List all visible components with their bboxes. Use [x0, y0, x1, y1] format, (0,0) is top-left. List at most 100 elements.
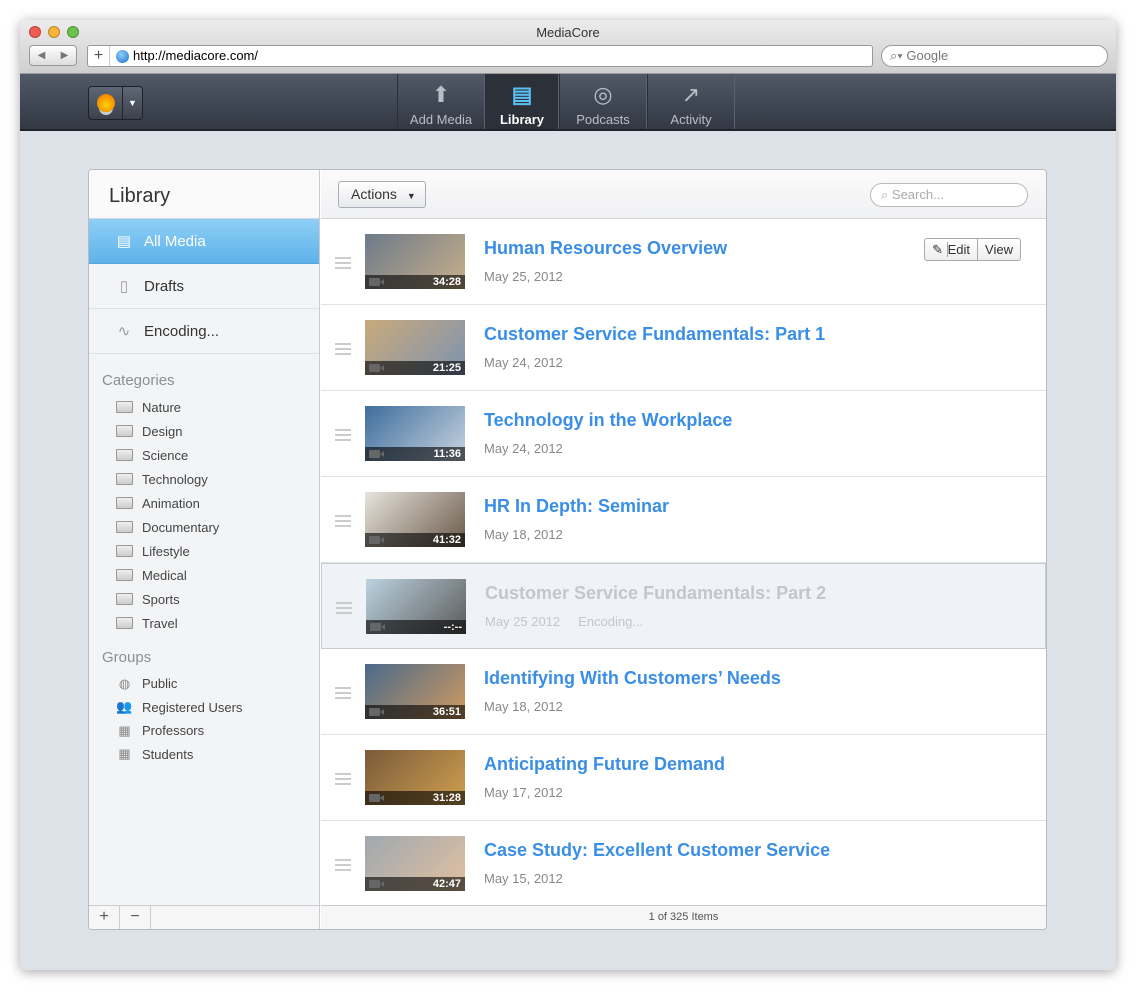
document-icon: ▯	[119, 278, 129, 295]
search-input[interactable]: ⌕ Search...	[870, 183, 1028, 207]
title-bar: MediaCore ◀ ▶ + http://mediacore.com/ ⌕▾ G…	[20, 20, 1116, 74]
duration-label: 21:25	[365, 361, 465, 375]
media-row[interactable]: 11:36 Technology in the Workplace May 24…	[321, 391, 1046, 477]
library-icon: ▤	[511, 82, 533, 107]
tab-add-media[interactable]: ⬆ Add Media	[397, 74, 485, 129]
media-thumbnail[interactable]: 36:51	[365, 664, 465, 719]
media-row[interactable]: 36:51 Identifying With Customers’ Needs …	[321, 649, 1046, 735]
category-item[interactable]: Lifestyle	[89, 539, 319, 563]
category-item[interactable]: Medical	[89, 563, 319, 587]
sidebar-item-label: All Media	[144, 232, 206, 250]
add-bookmark-button[interactable]: +	[88, 46, 110, 66]
mediacore-logo-icon	[96, 94, 115, 112]
media-title-link[interactable]: Customer Service Fundamentals: Part 1	[484, 324, 825, 345]
media-icon: ▤	[116, 233, 132, 250]
media-title-link[interactable]: HR In Depth: Seminar	[484, 496, 669, 517]
media-date: May 18, 2012	[484, 699, 563, 714]
category-item[interactable]: Technology	[89, 467, 319, 491]
category-item[interactable]: Nature	[89, 395, 319, 419]
media-row[interactable]: --:-- Customer Service Fundamentals: Par…	[321, 563, 1046, 649]
tab-activity[interactable]: ↗ Activity	[647, 74, 735, 129]
google-search-input[interactable]: ⌕▾ Google	[881, 45, 1108, 67]
duration-label: 31:28	[365, 791, 465, 805]
sidebar-item-encoding[interactable]: ∿ Encoding...	[89, 309, 319, 354]
drag-handle-icon[interactable]	[335, 429, 351, 444]
remove-button[interactable]: −	[120, 906, 151, 929]
group-item[interactable]: 👥 Registered Users	[89, 696, 319, 720]
group-item[interactable]: ▦ Professors	[89, 719, 319, 743]
add-button[interactable]: +	[89, 906, 120, 929]
folder-icon	[116, 593, 133, 605]
duration-label: 42:47	[365, 877, 465, 891]
sidebar-item-all-media[interactable]: ▤ All Media	[89, 219, 319, 264]
folder-icon	[116, 569, 133, 581]
drag-handle-icon[interactable]	[336, 602, 352, 617]
media-thumbnail[interactable]: --:--	[366, 579, 466, 634]
app-nav-bar: ▼ ⬆ Add Media ▤ Library ◎ Podcasts ↗ Activit…	[20, 74, 1116, 131]
actions-dropdown[interactable]: Actions ▼	[338, 181, 426, 208]
category-item[interactable]: Science	[89, 443, 319, 467]
category-label: Nature	[142, 399, 182, 415]
folder-icon	[116, 473, 133, 485]
media-row[interactable]: 21:25 Customer Service Fundamentals: Par…	[321, 305, 1046, 391]
media-title-link[interactable]: Customer Service Fundamentals: Part 2	[485, 583, 826, 604]
drag-handle-icon[interactable]	[335, 515, 351, 530]
category-item[interactable]: Documentary	[89, 515, 319, 539]
tab-podcasts[interactable]: ◎ Podcasts	[559, 74, 647, 129]
sidebar-item-drafts[interactable]: ▯ Drafts	[89, 264, 319, 309]
chevron-down-icon[interactable]: ▼	[123, 87, 142, 119]
category-item[interactable]: Animation	[89, 491, 319, 515]
media-title-link[interactable]: Technology in the Workplace	[484, 410, 732, 431]
duration-label: 11:36	[365, 447, 465, 461]
forward-button[interactable]: ▶	[53, 46, 76, 65]
address-bar[interactable]: + http://mediacore.com/	[87, 45, 873, 67]
media-thumbnail[interactable]: 21:25	[365, 320, 465, 375]
drag-handle-icon[interactable]	[335, 687, 351, 702]
media-thumbnail[interactable]: 11:36	[365, 406, 465, 461]
app-logo-menu[interactable]: ▼	[88, 86, 143, 120]
category-item[interactable]: Sports	[89, 587, 319, 611]
library-panel: Library ▤ All Media ▯ Drafts ∿ Encoding... …	[88, 169, 1047, 930]
group-item[interactable]: ▦ Students	[89, 743, 319, 767]
media-date: May 15, 2012	[484, 871, 563, 886]
drag-handle-icon[interactable]	[335, 343, 351, 358]
media-title-link[interactable]: Human Resources Overview	[484, 238, 727, 259]
media-thumbnail[interactable]: 42:47	[365, 836, 465, 891]
category-label: Design	[142, 423, 183, 439]
media-date: May 25 2012	[485, 614, 561, 629]
folder-icon	[116, 545, 133, 557]
tab-library[interactable]: ▤ Library	[485, 74, 559, 129]
media-row[interactable]: 34:28 Human Resources Overview May 25, 2…	[321, 219, 1046, 305]
media-date: May 17, 2012	[484, 785, 563, 800]
sidebar-item-label: Encoding...	[144, 322, 220, 340]
url-text: http://mediacore.com/	[133, 48, 258, 63]
media-row[interactable]: 42:47 Case Study: Excellent Customer Ser…	[321, 821, 1046, 907]
media-thumbnail[interactable]: 31:28	[365, 750, 465, 805]
media-date: May 24, 2012	[484, 355, 563, 370]
media-thumbnail[interactable]: 34:28	[365, 234, 465, 289]
browser-window: MediaCore ◀ ▶ + http://mediacore.com/ ⌕▾ G…	[20, 20, 1116, 970]
category-item[interactable]: Travel	[89, 611, 319, 635]
categories-heading: Categories	[102, 372, 175, 389]
media-thumbnail[interactable]: 41:32	[365, 492, 465, 547]
media-row[interactable]: 41:32 HR In Depth: Seminar May 18, 2012	[321, 477, 1046, 563]
folder-icon	[116, 497, 133, 509]
media-row[interactable]: 31:28 Anticipating Future Demand May 17,…	[321, 735, 1046, 821]
globe-icon	[116, 49, 129, 63]
edit-button[interactable]: ✎ Edit	[925, 239, 977, 260]
drag-handle-icon[interactable]	[335, 859, 351, 874]
tab-label: Activity	[670, 112, 712, 127]
drag-handle-icon[interactable]	[335, 257, 351, 272]
category-item[interactable]: Design	[89, 419, 319, 443]
group-item[interactable]: ◍ Public	[89, 672, 319, 696]
category-label: Medical	[142, 567, 187, 583]
duration-label: 41:32	[365, 533, 465, 547]
drag-handle-icon[interactable]	[335, 773, 351, 788]
view-button[interactable]: View	[977, 239, 1020, 260]
media-title-link[interactable]: Case Study: Excellent Customer Service	[484, 840, 830, 861]
back-button[interactable]: ◀	[30, 46, 53, 65]
media-date: May 25, 2012	[484, 269, 563, 284]
media-title-link[interactable]: Anticipating Future Demand	[484, 754, 725, 775]
media-title-link[interactable]: Identifying With Customers’ Needs	[484, 668, 781, 689]
category-label: Travel	[142, 615, 178, 631]
